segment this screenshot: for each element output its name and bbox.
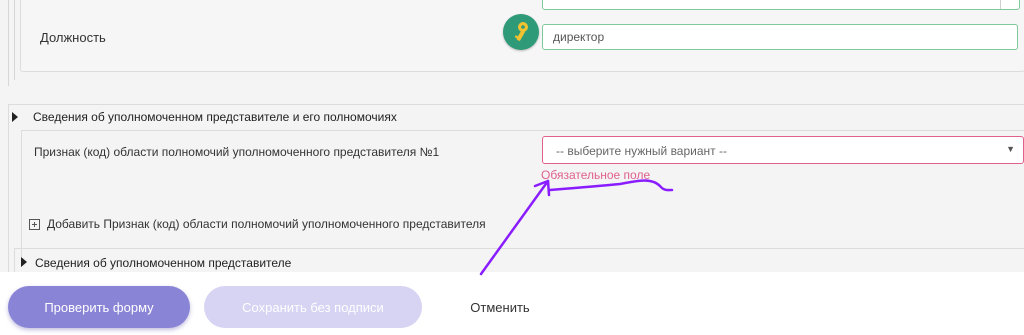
section-title[interactable]: Сведения об уполномоченном представителе… bbox=[33, 110, 397, 124]
caret-right-icon[interactable] bbox=[12, 112, 18, 122]
dropdown-arrow-icon[interactable]: ▼ bbox=[1006, 144, 1015, 154]
previous-field-input[interactable] bbox=[542, 0, 1020, 10]
position-label: Должность bbox=[40, 30, 106, 45]
authority-code-label: Признак (код) области полномочий уполном… bbox=[34, 145, 440, 159]
representative-subsection: Сведения об уполномоченном представителе bbox=[14, 248, 1024, 272]
add-authority-code-label[interactable]: Добавить Признак (код) области полномочи… bbox=[47, 217, 486, 231]
position-input[interactable] bbox=[542, 24, 1018, 50]
subsection-title[interactable]: Сведения об уполномоченном представителе bbox=[35, 256, 291, 270]
add-authority-code-link[interactable]: Добавить Признак (код) области полномочи… bbox=[29, 217, 486, 231]
required-error: Обязательное поле bbox=[541, 168, 651, 182]
representative-section: Сведения об уполномоченном представителе… bbox=[8, 104, 1024, 272]
cancel-button[interactable]: Отменить bbox=[440, 286, 560, 328]
authority-code-select[interactable]: -- выберите нужный вариант -- ▼ bbox=[542, 136, 1024, 164]
key-icon[interactable] bbox=[503, 14, 539, 50]
select-placeholder: -- выберите нужный вариант -- bbox=[556, 144, 727, 158]
check-form-button[interactable]: Проверить форму bbox=[8, 286, 190, 328]
form-area: Должность Сведения об уполномоченном пре… bbox=[0, 0, 1024, 272]
caret-right-icon[interactable] bbox=[21, 257, 27, 267]
plus-square-icon[interactable] bbox=[29, 218, 40, 230]
frame-line bbox=[14, 0, 15, 80]
frame-line bbox=[8, 0, 9, 86]
save-without-signature-button[interactable]: Сохранить без подписи bbox=[204, 286, 422, 328]
